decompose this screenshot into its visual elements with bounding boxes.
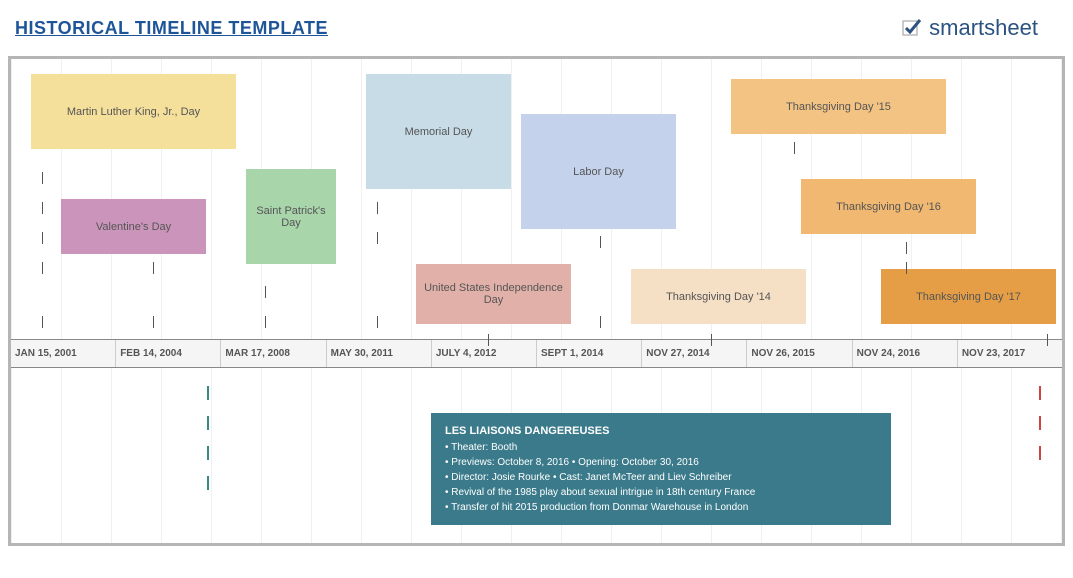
timeline-tick bbox=[42, 262, 43, 274]
date-label: NOV 24, 2016 bbox=[853, 340, 958, 367]
detail-line: • Revival of the 1985 play about sexual … bbox=[445, 485, 877, 500]
timeline-tick bbox=[1039, 446, 1041, 460]
detail-line: • Theater: Booth bbox=[445, 440, 877, 455]
timeline-tick bbox=[207, 416, 209, 430]
header: HISTORICAL TIMELINE TEMPLATE smartsheet bbox=[0, 0, 1073, 51]
timeline-tick bbox=[265, 286, 266, 298]
timeline-event[interactable]: Thanksgiving Day '15 bbox=[731, 79, 946, 134]
timeline-detail-area: LES LIAISONS DANGEREUSES • Theater: Boot… bbox=[11, 368, 1062, 538]
timeline-tick bbox=[265, 316, 266, 328]
smartsheet-logo: smartsheet bbox=[900, 15, 1038, 41]
timeline-event[interactable]: Thanksgiving Day '17 bbox=[881, 269, 1056, 324]
checkmark-icon bbox=[900, 16, 924, 40]
timeline-tick bbox=[42, 202, 43, 214]
timeline-tick bbox=[42, 172, 43, 184]
timeline-tick bbox=[153, 262, 154, 274]
date-label: MAR 17, 2008 bbox=[221, 340, 326, 367]
timeline-tick bbox=[488, 334, 489, 346]
timeline-tick bbox=[794, 142, 795, 154]
timeline-event[interactable]: Thanksgiving Day '14 bbox=[631, 269, 806, 324]
timeline-tick bbox=[906, 242, 907, 254]
timeline-tick bbox=[377, 202, 378, 214]
timeline-events-area: Martin Luther King, Jr., Day Valentine's … bbox=[11, 59, 1062, 339]
timeline-tick bbox=[600, 316, 601, 328]
timeline-event[interactable]: Saint Patrick's Day bbox=[246, 169, 336, 264]
timeline-event[interactable]: Martin Luther King, Jr., Day bbox=[31, 74, 236, 149]
timeline-tick bbox=[207, 386, 209, 400]
timeline-event[interactable]: Labor Day bbox=[521, 114, 676, 229]
detail-line: • Director: Josie Rourke • Cast: Janet M… bbox=[445, 470, 877, 485]
date-label: MAY 30, 2011 bbox=[327, 340, 432, 367]
timeline-tick bbox=[207, 446, 209, 460]
timeline-event[interactable]: United States Independence Day bbox=[416, 264, 571, 324]
timeline-tick bbox=[906, 262, 907, 274]
date-label: NOV 26, 2015 bbox=[747, 340, 852, 367]
date-label: SEPT 1, 2014 bbox=[537, 340, 642, 367]
date-label: JULY 4, 2012 bbox=[432, 340, 537, 367]
timeline-container: Martin Luther King, Jr., Day Valentine's … bbox=[8, 56, 1065, 546]
timeline-event[interactable]: Thanksgiving Day '16 bbox=[801, 179, 976, 234]
timeline-tick bbox=[600, 236, 601, 248]
timeline-tick bbox=[1039, 416, 1041, 430]
date-label: JAN 15, 2001 bbox=[11, 340, 116, 367]
timeline-event[interactable]: Memorial Day bbox=[366, 74, 511, 189]
timeline-event[interactable]: Valentine's Day bbox=[61, 199, 206, 254]
timeline-tick bbox=[1039, 386, 1041, 400]
date-label: NOV 27, 2014 bbox=[642, 340, 747, 367]
timeline-tick bbox=[377, 316, 378, 328]
page-title: HISTORICAL TIMELINE TEMPLATE bbox=[15, 18, 328, 39]
timeline-tick bbox=[42, 316, 43, 328]
timeline-tick bbox=[1047, 334, 1048, 346]
timeline-tick bbox=[42, 232, 43, 244]
logo-text: smartsheet bbox=[929, 15, 1038, 41]
timeline-tick bbox=[207, 476, 209, 490]
timeline-tick bbox=[377, 232, 378, 244]
timeline-tick bbox=[153, 316, 154, 328]
detail-title: LES LIAISONS DANGEREUSES bbox=[445, 423, 877, 440]
date-axis: JAN 15, 2001FEB 14, 2004MAR 17, 2008MAY … bbox=[11, 339, 1062, 368]
event-detail-box: LES LIAISONS DANGEREUSES • Theater: Boot… bbox=[431, 413, 891, 525]
detail-line: • Transfer of hit 2015 production from D… bbox=[445, 500, 877, 515]
timeline-tick bbox=[711, 334, 712, 346]
detail-line: • Previews: October 8, 2016 • Opening: O… bbox=[445, 455, 877, 470]
date-label: FEB 14, 2004 bbox=[116, 340, 221, 367]
